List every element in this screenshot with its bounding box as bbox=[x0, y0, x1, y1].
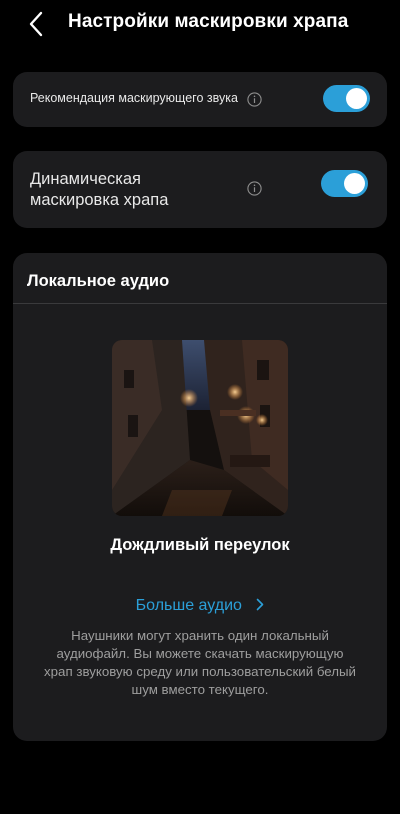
local-audio-card: Локальное аудио Дождливый переулок Больш… bbox=[13, 253, 387, 741]
masking-recommendation-card: Рекомендация маскирующего звука bbox=[13, 72, 387, 127]
info-icon[interactable] bbox=[247, 181, 262, 196]
info-icon[interactable] bbox=[247, 92, 262, 107]
chevron-right-icon bbox=[257, 598, 264, 611]
dynamic-masking-card: Динамическая маскировка храпа bbox=[13, 151, 387, 228]
divider bbox=[13, 303, 387, 304]
page-title: Настройки маскировки храпа bbox=[68, 11, 349, 32]
masking-recommendation-toggle[interactable] bbox=[323, 85, 370, 112]
local-audio-title: Локальное аудио bbox=[27, 272, 170, 290]
dynamic-masking-label: Динамическая маскировка храпа bbox=[30, 170, 169, 209]
track-name: Дождливый переулок bbox=[110, 536, 290, 554]
toggle-knob bbox=[346, 88, 367, 109]
header-bar: Настройки маскировки храпа bbox=[0, 0, 400, 50]
dynamic-masking-toggle[interactable] bbox=[321, 170, 368, 197]
more-audio-label: Больше аудио bbox=[135, 597, 242, 614]
more-audio-link[interactable]: Больше аудио bbox=[13, 597, 387, 615]
local-audio-description: Наушники могут хранить один локальный ау… bbox=[44, 628, 356, 697]
chevron-left-icon bbox=[29, 11, 43, 37]
masking-recommendation-label: Рекомендация маскирующего звука bbox=[30, 91, 238, 105]
track-cover-image[interactable] bbox=[112, 340, 288, 516]
back-button[interactable] bbox=[20, 6, 52, 42]
toggle-knob bbox=[344, 173, 365, 194]
